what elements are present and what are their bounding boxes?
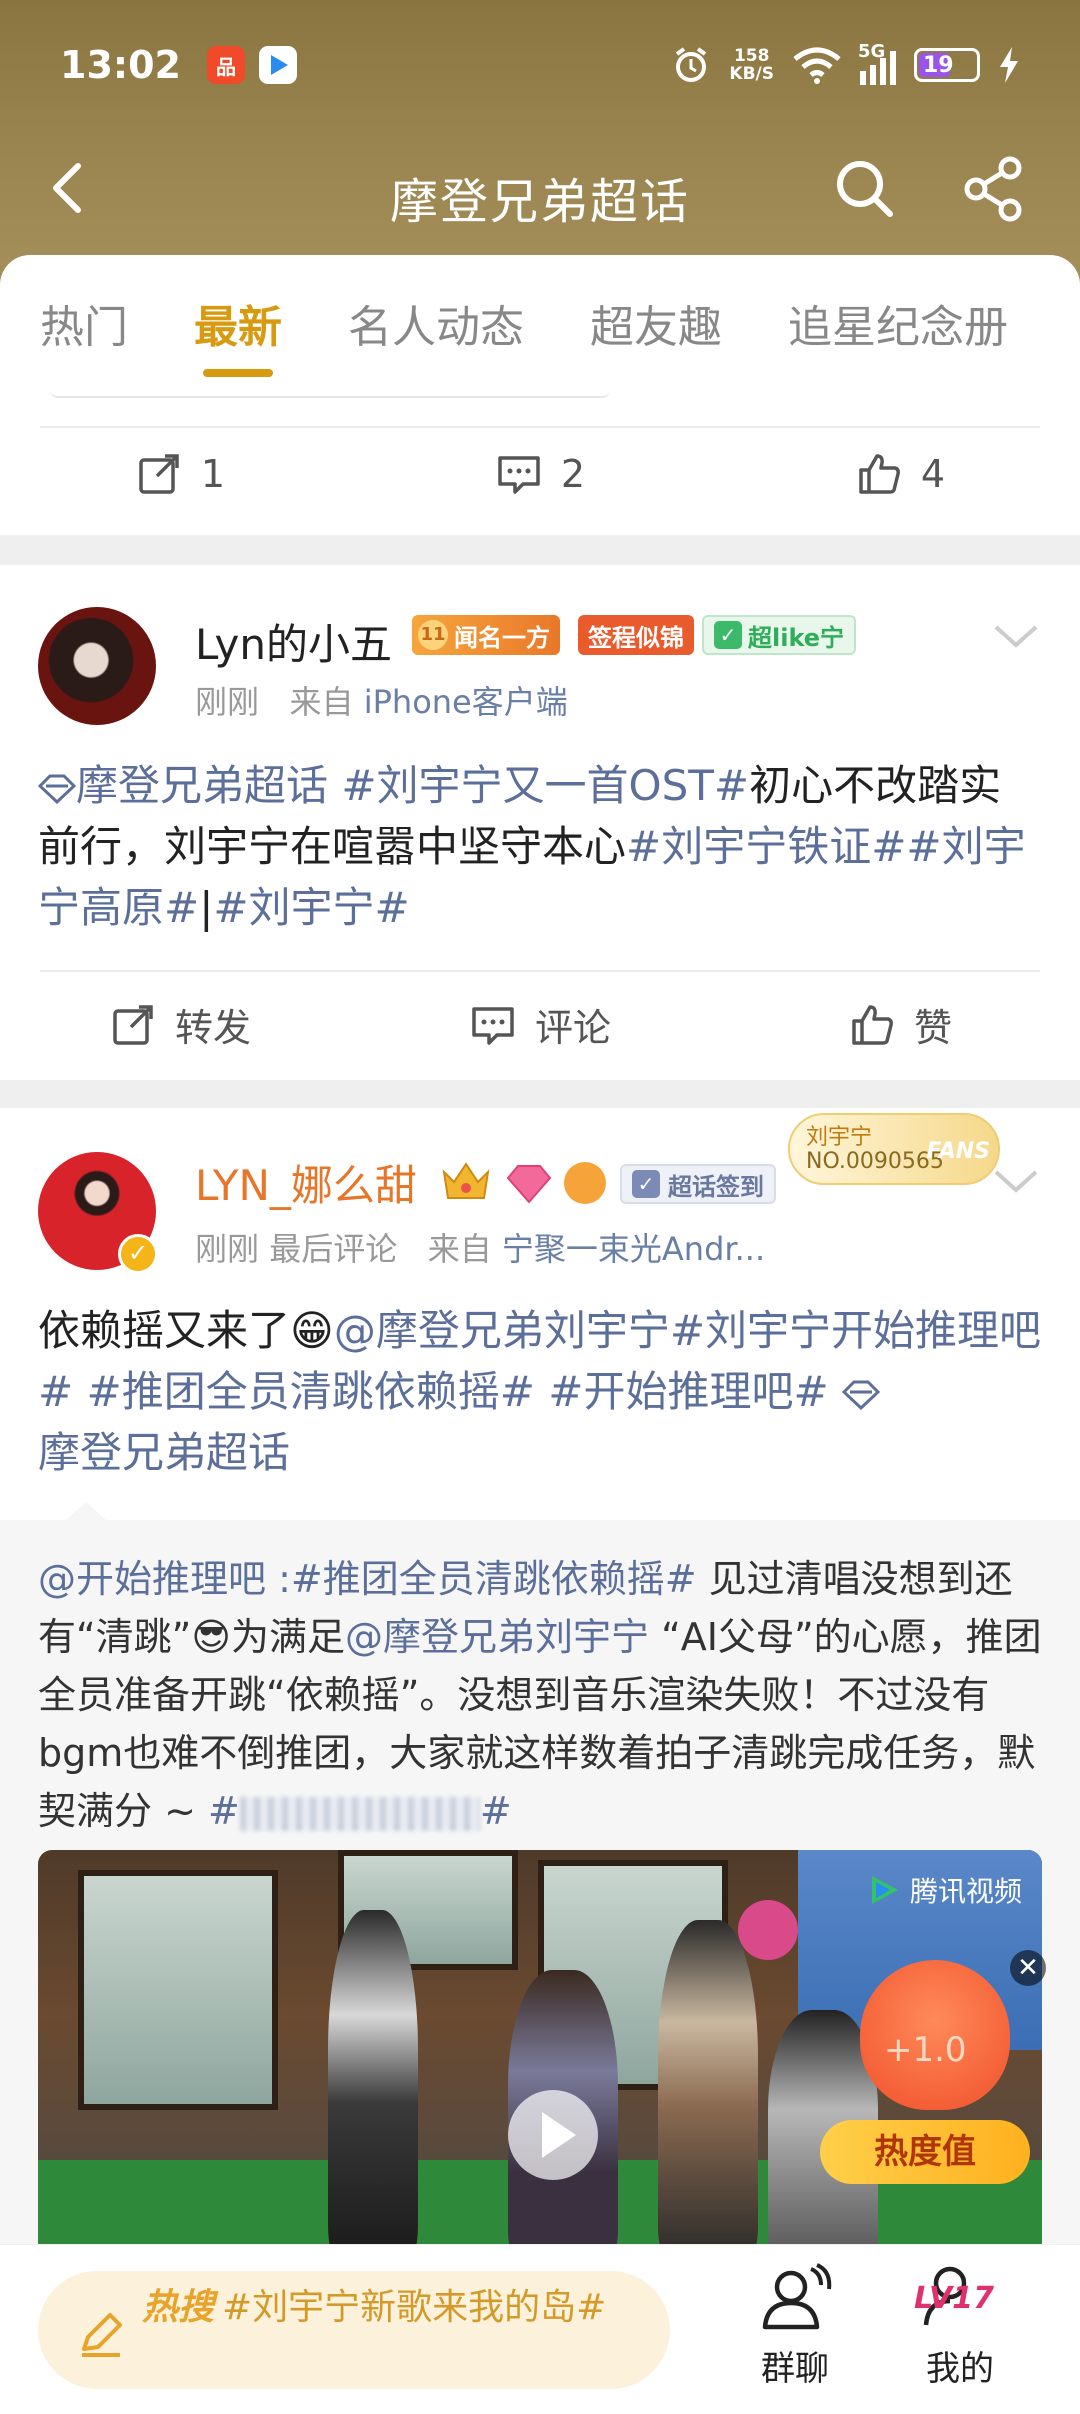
tab-celebrity[interactable]: 名人动态 [348,291,524,355]
post-username[interactable]: Lyn的小五 [195,611,392,672]
nav-bar: 摩登兄弟超话 [0,140,1080,240]
like-count: 4 [920,452,946,496]
alarm-icon [676,47,707,82]
check-icon: ✓ [714,621,742,649]
thumbs-up-icon [859,454,900,494]
prev-post-footer: 1 2 4 [0,390,1080,535]
tab-fun[interactable]: 超友趣 [590,291,722,355]
tab-latest[interactable]: 最新 [194,291,282,355]
chevron-down-icon[interactable] [992,1166,1040,1196]
app-notification-icon: 品 [206,46,245,84]
header: 13:02 品 158 KB/S 5G 19 摩登兄弟超话 [0,0,1080,290]
comment-button[interactable]: 2 [360,450,720,498]
gem-icon [506,1165,552,1204]
comment-button[interactable]: 评论 [360,997,720,1052]
hot-search-bar[interactable]: 热搜 #刘宇宁新歌来我的岛# [38,2271,670,2389]
user-level: LV17 [914,2281,994,2316]
page-title: 摩登兄弟超话 [389,174,690,230]
bottom-bar: 热搜 #刘宇宁新歌来我的岛# 群聊 LV17 我的 [0,2244,1080,2414]
tab-memorial[interactable]: 追星纪念册 [788,291,1008,355]
pen-icon [82,2313,122,2357]
group-chat-button[interactable]: 群聊 [735,2263,855,2390]
post-text: 摩登兄弟超话 #刘宇宁又一首OST#初心不改踏实前行，刘宇宁在喧嚣中坚守本心#刘… [37,761,1026,932]
blurred-tag [239,1796,480,1831]
repost-button[interactable]: 1 [0,450,360,498]
repost-icon [113,1004,153,1045]
supertopic-link[interactable]: 摩登兄弟超话 [37,761,328,810]
charging-icon [1000,47,1018,83]
post-card: Lyn的小五 11 闻名一方 签程似锦 ✓ 超like宁 刚刚 来自 iPhon… [0,565,1080,1080]
post-text: 依赖摇又来了😁@摩登兄弟刘宇宁#刘宇宁开始推理吧 # #推团全员清跳依赖摇# #… [38,1306,1042,1477]
tencent-video-logo: 腾讯视频 [866,1870,1022,1910]
repost-button[interactable]: 转发 [0,997,360,1052]
post-meta: 刚刚 来自 iPhone客户端 [195,683,568,721]
wifi-icon [793,47,841,84]
close-widget-button[interactable]: ✕ [1010,1950,1046,1986]
post-meta: 刚刚 最后评论 来自 宁聚一束光Andr... [195,1230,766,1268]
post-username[interactable]: LYN_娜么甜 [195,1152,417,1213]
network-speed: 158 KB/S [729,46,774,84]
play-button[interactable] [508,2090,598,2180]
avatar[interactable] [38,607,156,725]
battery-icon: 19 [914,48,980,82]
like-button[interactable]: 赞 [720,997,1080,1052]
group-chat-icon [762,2263,832,2330]
fan-avatar-icon [564,1162,606,1204]
verified-icon: ✓ [118,1234,158,1274]
badge-checkin: 签程似锦 [578,615,694,655]
status-time: 13:02 [60,43,181,87]
diamond-icon [841,1380,881,1411]
calendar-check-icon: ✓ [632,1170,660,1198]
tab-bar: 热门 最新 名人动态 超友趣 追星纪念册 [0,255,1080,390]
fan-card[interactable]: 刘宇宁 NO.0090565 FANS [788,1113,1000,1185]
share-icon[interactable] [960,154,1030,224]
crown-icon [442,1162,490,1199]
hot-value-widget[interactable]: +1.0 热度值 [820,1920,1030,2220]
badge-superlike: ✓ 超like宁 [702,615,857,655]
cell-signal-icon: 5G [858,41,896,85]
tab-hot[interactable]: 热门 [40,291,128,355]
repost-count: 1 [200,452,226,496]
search-icon[interactable] [830,154,900,224]
me-button[interactable]: LV17 我的 [900,2263,1020,2390]
comment-icon [472,1006,514,1045]
repost-icon [139,454,179,494]
comment-count: 2 [560,452,586,496]
status-bar: 13:02 品 158 KB/S 5G 19 [0,30,1080,100]
like-button[interactable]: 4 [720,450,1080,498]
comment-icon [498,456,540,494]
diamond-icon [37,774,77,805]
level-icon: 11 [418,620,448,650]
chevron-down-icon[interactable] [992,621,1040,651]
badge-checkin: ✓ 超话签到 [620,1164,776,1204]
video-app-notification-icon [258,46,297,84]
badge-level: 11 闻名一方 [412,615,560,655]
repost-text: @开始推理吧 :#推团全员清跳依赖摇# 见过清唱没想到还有“清跳”😎为满足@摩登… [38,1557,1042,1833]
thumbs-up-icon [852,1004,893,1045]
